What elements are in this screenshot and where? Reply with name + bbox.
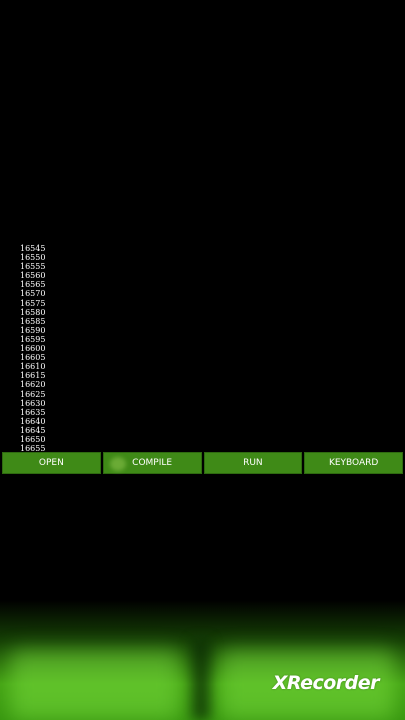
console-line: 16550: [20, 253, 46, 263]
console-line: 16605: [20, 353, 46, 363]
console-line: 16590: [20, 325, 46, 335]
console-line: 16575: [20, 298, 46, 308]
glow-blob: [10, 650, 180, 720]
console-line: 16570: [20, 289, 46, 299]
run-button[interactable]: RUN: [203, 452, 303, 474]
console-line: 16640: [20, 416, 46, 426]
console-line: 16615: [20, 371, 46, 381]
console-line: 16560: [20, 271, 46, 281]
console-line: 16555: [20, 262, 46, 272]
console-line: 16650: [20, 434, 46, 444]
touch-indicator: [109, 457, 126, 471]
console-line: 16635: [20, 407, 46, 417]
open-button-label: OPEN: [38, 458, 64, 468]
keyboard-button[interactable]: KEYBOARD: [304, 452, 403, 474]
compile-button-label: COMPILE: [132, 458, 173, 468]
xrecorder-watermark: XRecorder: [272, 672, 380, 694]
console-line: 16580: [20, 307, 46, 317]
console-line: 16595: [20, 334, 46, 344]
toolbar: OPEN COMPILE RUN KEYBOARD: [2, 452, 403, 474]
compile-button[interactable]: COMPILE: [102, 452, 202, 474]
run-button-label: RUN: [243, 458, 263, 468]
console-line: 16565: [20, 280, 46, 290]
console-line: 16585: [20, 316, 46, 326]
open-button[interactable]: OPEN: [2, 452, 101, 474]
app-screen: 16545 16550 16555 16560 16565 16570 16575 16580…: [0, 0, 405, 720]
bottom-glow: [0, 600, 405, 720]
console-line: 16600: [20, 344, 46, 354]
glow-gap: [192, 640, 210, 720]
keyboard-button-label: KEYBOARD: [328, 458, 379, 468]
console-line: 16545: [20, 244, 46, 253]
console-line: 16630: [20, 398, 46, 408]
console-output: 16545 16550 16555 16560 16565 16570 16575 16580…: [20, 244, 100, 470]
console-line: 16610: [20, 362, 46, 372]
console-line: 16620: [20, 380, 46, 390]
console-line: 16645: [20, 425, 46, 435]
console-line: 16625: [20, 389, 46, 399]
